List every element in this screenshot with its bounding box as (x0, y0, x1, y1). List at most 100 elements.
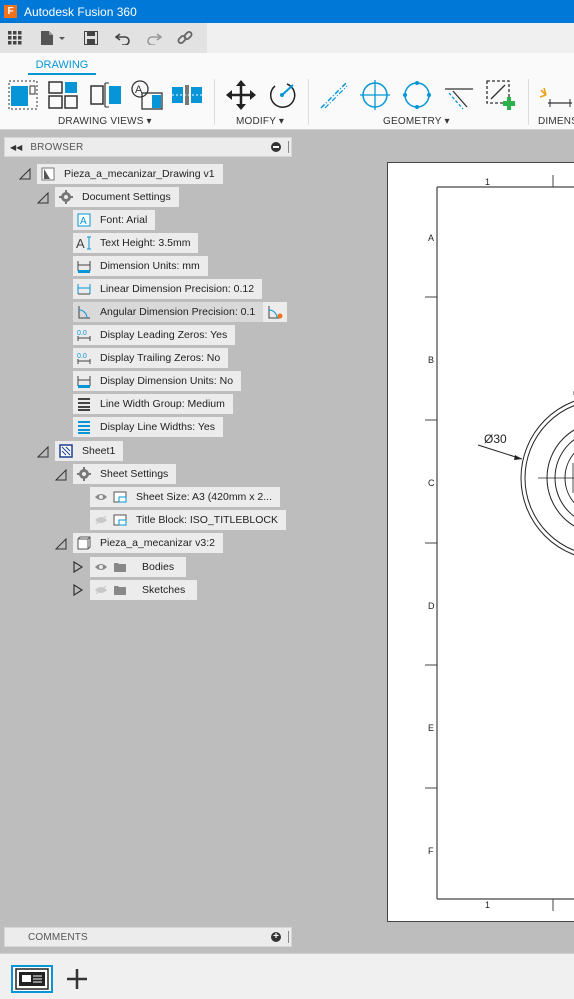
move-icon[interactable] (224, 79, 258, 111)
group-drawing-views-label[interactable]: DRAWING VIEWS ▾ (58, 116, 152, 127)
browser-header[interactable]: ◀◀ BROWSER (4, 137, 292, 157)
break-view-icon[interactable] (170, 79, 204, 111)
setting-label: Display Dimension Units: No (100, 375, 234, 387)
collapsed-triangle-icon[interactable] (72, 584, 84, 596)
expanded-triangle-icon[interactable] (37, 192, 49, 204)
redo-icon[interactable] (143, 23, 165, 53)
collapse-icon[interactable] (271, 142, 281, 152)
projected-view-icon[interactable] (46, 79, 80, 111)
setting-label: Angular Dimension Precision: 0.1 (100, 306, 256, 318)
file-menu-icon[interactable] (36, 23, 68, 53)
link-icon[interactable] (174, 23, 196, 53)
expanded-triangle-icon[interactable] (55, 469, 67, 481)
save-icon[interactable] (80, 23, 102, 53)
data-panel-grid-icon[interactable] (4, 23, 26, 53)
undo-icon[interactable] (112, 23, 134, 53)
edit-setting-button[interactable] (263, 302, 287, 322)
zone-label-a: A (428, 233, 435, 243)
setting-label: Text Height: 3.5mm (100, 237, 191, 249)
center-mark-pattern-icon[interactable] (400, 79, 434, 111)
expanded-triangle-icon[interactable] (55, 538, 67, 550)
sheet-thumbnail-icon (15, 968, 49, 990)
fusion-logo-icon: F (4, 5, 17, 18)
tree-item-sheet1[interactable]: Sheet1 (55, 441, 124, 461)
tree-item-label: Bodies (142, 561, 175, 573)
quick-access-toolbar (0, 23, 574, 53)
setting-linear-precision[interactable]: Linear Dimension Precision: 0.12 (73, 279, 263, 299)
sheet-thumbnail[interactable] (11, 965, 53, 993)
setting-sheet-size[interactable]: Sheet Size: A3 (420mm x 2... (90, 487, 280, 507)
setting-display-line-widths[interactable]: Display Line Widths: Yes (73, 417, 223, 437)
center-mark-icon[interactable] (358, 79, 392, 111)
eye-hidden-icon[interactable] (93, 512, 109, 528)
setting-trailing-zeros[interactable]: 0.0 Display Trailing Zeros: No (73, 348, 229, 368)
linear-dimension-icon (76, 281, 92, 297)
setting-display-units[interactable]: Display Dimension Units: No (73, 371, 242, 391)
detail-view-icon[interactable]: A (128, 79, 164, 111)
svg-text:0.0: 0.0 (77, 353, 87, 360)
tree-item-label: Sketches (142, 584, 186, 596)
tab-drawing[interactable]: DRAWING (28, 55, 96, 75)
zone-label-d: D (428, 601, 435, 611)
setting-line-width-group[interactable]: Line Width Group: Medium (73, 394, 233, 414)
collapse-panel-icon[interactable]: ◀◀ (10, 143, 22, 152)
panel-grip-icon[interactable] (288, 931, 290, 943)
comments-title: COMMENTS (28, 931, 88, 943)
collapsed-triangle-icon[interactable] (72, 561, 84, 573)
setting-title-block[interactable]: Title Block: ISO_TITLEBLOCK (90, 510, 286, 530)
expanded-triangle-icon[interactable] (37, 446, 49, 458)
line-width-icon (76, 396, 92, 412)
edge-extension-icon[interactable] (442, 79, 476, 111)
eye-icon[interactable] (93, 559, 109, 575)
dimension-icon[interactable] (538, 79, 574, 111)
ribbon-separator (528, 79, 529, 125)
add-comment-icon[interactable]: + (271, 932, 281, 942)
browser-title: BROWSER (30, 141, 84, 153)
sheet-bar (0, 953, 574, 999)
tree-item-bodies[interactable]: Bodies (90, 557, 187, 577)
table-geometry-add-icon[interactable] (484, 79, 520, 111)
eye-hidden-icon[interactable] (93, 582, 109, 598)
zone-label-col-top: 1 (485, 177, 491, 187)
setting-label: Dimension Units: mm (100, 260, 200, 272)
section-view-icon[interactable] (88, 79, 124, 111)
comments-panel[interactable]: COMMENTS + (4, 927, 292, 947)
setting-label: Line Width Group: Medium (100, 398, 225, 410)
font-icon: A (76, 212, 92, 228)
setting-dimension-units[interactable]: Dimension Units: mm (73, 256, 208, 276)
tree-item-label: Sheet1 (82, 445, 116, 457)
drawing-sheet[interactable]: A B C D E F 1 1 Ø30 (387, 162, 574, 922)
centerline-icon[interactable] (318, 79, 350, 111)
group-dimensions-label[interactable]: DIMENS (538, 116, 574, 127)
tree-item-sketches[interactable]: Sketches (90, 580, 198, 600)
diameter-dimension[interactable]: Ø30 (484, 432, 507, 446)
leading-zeros-icon: 0.0 (76, 327, 92, 343)
tree-item-drawing-root[interactable]: Pieza_a_mecanizar_Drawing v1 (37, 164, 223, 184)
add-sheet-icon[interactable] (64, 966, 90, 992)
svg-text:0.0: 0.0 (77, 330, 87, 337)
zone-label-e: E (428, 723, 435, 733)
dimension-units-icon (76, 258, 92, 274)
setting-leading-zeros[interactable]: 0.0 Display Leading Zeros: Yes (73, 325, 236, 345)
window-title: Autodesk Fusion 360 (24, 4, 137, 19)
setting-label: Sheet Size: A3 (420mm x 2... (136, 491, 272, 503)
setting-font[interactable]: A Font: Arial (73, 210, 156, 230)
tree-item-document-settings[interactable]: Document Settings (55, 187, 179, 207)
setting-angular-precision[interactable]: Angular Dimension Precision: 0.1 (73, 302, 264, 322)
sheet-size-icon (112, 489, 128, 505)
tree-item-label: Sheet Settings (100, 468, 169, 480)
tree-item-component[interactable]: Pieza_a_mecanizar v3:2 (73, 533, 223, 553)
tree-item-sheet-settings[interactable]: Sheet Settings (73, 464, 177, 484)
zone-label-col-bottom: 1 (485, 900, 491, 910)
eye-icon[interactable] (93, 489, 109, 505)
setting-text-height[interactable]: A Text Height: 3.5mm (73, 233, 199, 253)
panel-grip-icon[interactable] (288, 141, 290, 153)
setting-label: Display Line Widths: Yes (100, 421, 215, 433)
expanded-triangle-icon[interactable] (19, 168, 31, 180)
base-view-icon[interactable] (8, 79, 38, 111)
group-modify-label[interactable]: MODIFY ▾ (236, 116, 284, 127)
display-line-widths-icon (76, 419, 92, 435)
group-geometry-label[interactable]: GEOMETRY ▾ (383, 116, 450, 127)
angular-dimension-icon (76, 304, 92, 320)
rotate-icon[interactable] (264, 79, 300, 111)
